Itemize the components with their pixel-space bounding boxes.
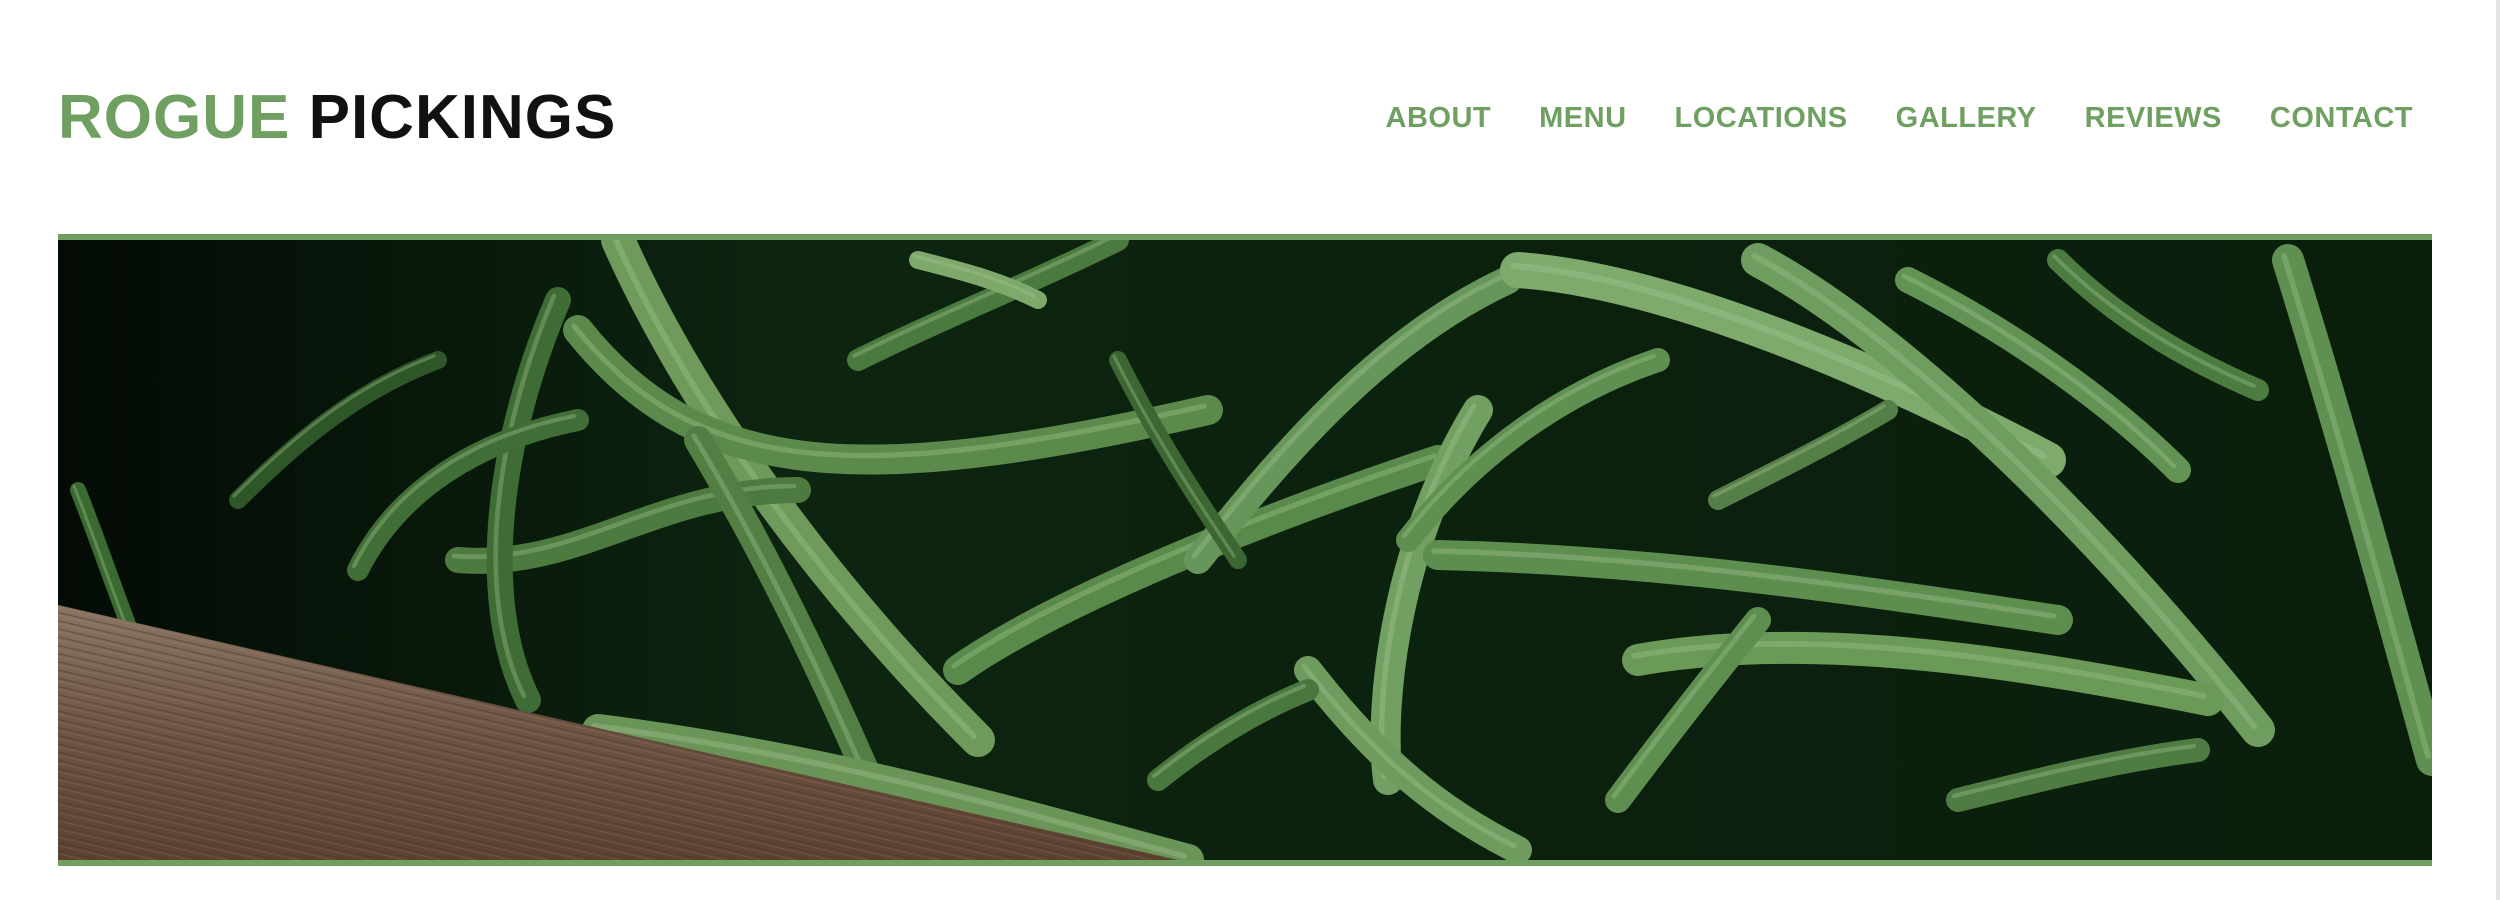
logo-word-rogue: ROGUE <box>58 83 291 152</box>
nav-reviews[interactable]: REVIEWS <box>2085 98 2222 138</box>
hero-banner <box>58 234 2432 866</box>
green-beans-photo <box>58 240 2432 860</box>
nav-contact[interactable]: CONTACT <box>2270 98 2413 138</box>
nav-menu[interactable]: MENU <box>1539 98 1626 138</box>
site-header: ROGUE PICKINGS ABOUT MENU LOCATIONS GALL… <box>0 0 2500 234</box>
nav-gallery[interactable]: GALLERY <box>1896 98 2037 138</box>
main-nav: ABOUT MENU LOCATIONS GALLERY REVIEWS CON… <box>1386 98 2413 138</box>
page-scrollbar[interactable] <box>2496 0 2500 900</box>
nav-about[interactable]: ABOUT <box>1386 98 1492 138</box>
logo-word-pickings: PICKINGS <box>308 83 617 152</box>
nav-locations[interactable]: LOCATIONS <box>1675 98 1848 138</box>
site-logo[interactable]: ROGUE PICKINGS <box>58 78 616 158</box>
